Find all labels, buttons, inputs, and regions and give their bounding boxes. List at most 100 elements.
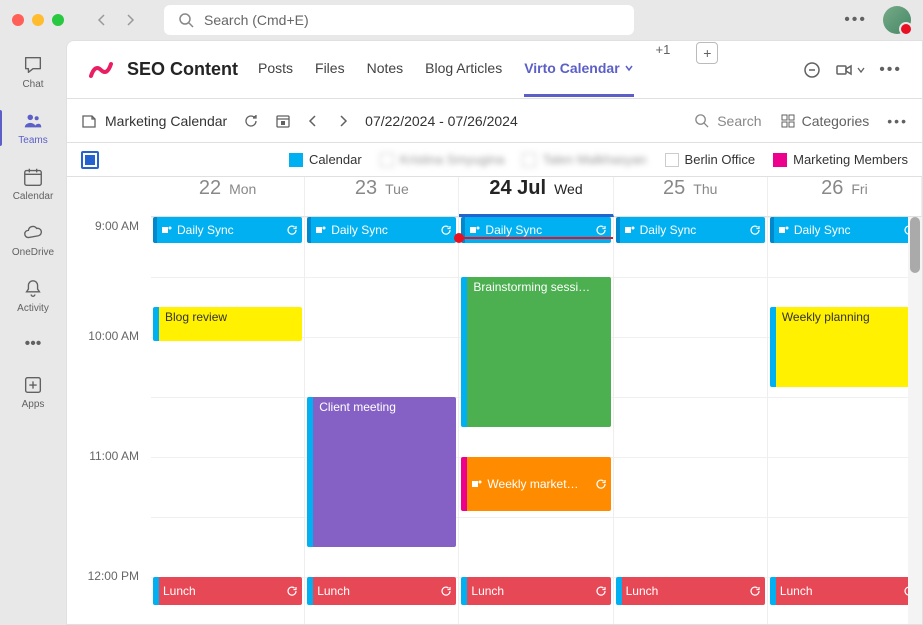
channel-name: SEO Content [127, 59, 238, 80]
event-weekly-marketing[interactable]: Weekly market… [461, 457, 610, 511]
maximize-window-button[interactable] [52, 14, 64, 26]
legend-marketing-members[interactable]: Marketing Members [773, 152, 908, 167]
day-col-fri[interactable]: Daily Sync Weekly planning Lunch [768, 217, 922, 624]
day-header-thu[interactable]: 25Thu [614, 177, 768, 217]
edit-icon [81, 113, 97, 129]
event-daily-sync[interactable]: Daily Sync [770, 217, 919, 243]
event-weekly-planning[interactable]: Weekly planning [770, 307, 919, 387]
more-options-button[interactable]: ••• [844, 11, 867, 29]
tab-blog-articles[interactable]: Blog Articles [425, 42, 502, 97]
sidebar-chat[interactable]: Chat [0, 44, 66, 100]
select-all-checkbox[interactable] [81, 151, 99, 169]
event-lunch[interactable]: Lunch [153, 577, 302, 605]
apps-icon [22, 374, 44, 396]
calendar-title-text: Marketing Calendar [105, 113, 227, 129]
history-forward-button[interactable] [118, 8, 142, 32]
event-daily-sync[interactable]: Daily Sync [461, 217, 610, 243]
sidebar-onedrive[interactable]: OneDrive [0, 212, 66, 268]
prev-week-button[interactable] [307, 115, 319, 127]
time-label: 10:00 AM [67, 329, 151, 449]
tab-posts[interactable]: Posts [258, 42, 293, 97]
calendar-title[interactable]: Marketing Calendar [81, 113, 227, 129]
sidebar-teams[interactable]: Teams [0, 100, 66, 156]
add-tab-button[interactable]: + [696, 42, 718, 64]
event-daily-sync[interactable]: Daily Sync [153, 217, 302, 243]
calendar-grid: 22Mon 23Tue 24 JulWed 25Thu 26Fri 9:00 A… [67, 177, 922, 624]
teams-icon [22, 110, 44, 132]
categories-button[interactable]: Categories [780, 113, 870, 129]
chat-icon [22, 54, 44, 76]
header-more-button[interactable]: ••• [879, 61, 902, 79]
event-lunch[interactable]: Lunch [616, 577, 765, 605]
sidebar-label: Chat [22, 79, 43, 90]
day-header-mon[interactable]: 22Mon [151, 177, 305, 217]
time-label: 11:00 AM [67, 449, 151, 569]
day-col-mon[interactable]: Daily Sync Blog review Lunch [151, 217, 305, 624]
event-lunch[interactable]: Lunch [461, 577, 610, 605]
legend-user-1[interactable]: Kristina Smyugina [380, 152, 505, 167]
sidebar-apps[interactable]: Apps [0, 364, 66, 420]
time-label: 12:00 PM [67, 569, 151, 624]
tab-notes[interactable]: Notes [367, 42, 404, 97]
day-col-thu[interactable]: Daily Sync Lunch [614, 217, 768, 624]
event-lunch[interactable]: Lunch [770, 577, 919, 605]
recurring-icon [286, 224, 298, 236]
today-button[interactable] [275, 113, 291, 129]
legend-calendar[interactable]: Calendar [289, 152, 362, 167]
teams-icon [469, 224, 481, 236]
sidebar-calendar[interactable]: Calendar [0, 156, 66, 212]
tab-files[interactable]: Files [315, 42, 345, 97]
minimize-window-button[interactable] [32, 14, 44, 26]
sidebar-more-button[interactable]: ••• [0, 324, 66, 364]
event-lunch[interactable]: Lunch [307, 577, 456, 605]
sidebar-activity[interactable]: Activity [0, 268, 66, 324]
date-range[interactable]: 07/22/2024 - 07/26/2024 [365, 113, 518, 129]
day-col-tue[interactable]: Daily Sync Client meeting Lunch [305, 217, 459, 624]
event-blog-review[interactable]: Blog review [153, 307, 302, 341]
close-window-button[interactable] [12, 14, 24, 26]
calendar-toolbar: Marketing Calendar 07/22/2024 - 07/26/20… [67, 99, 922, 143]
sidebar-label: Activity [17, 303, 49, 314]
day-col-wed[interactable]: Daily Sync Brainstorming sessi… Weekly m… [459, 217, 613, 624]
event-daily-sync[interactable]: Daily Sync [616, 217, 765, 243]
time-label: 9:00 AM [67, 219, 151, 339]
day-header-wed[interactable]: 24 JulWed [459, 177, 613, 217]
time-axis: 9:00 AM 10:00 AM 11:00 AM 12:00 PM [67, 217, 151, 624]
chevron-down-icon [857, 66, 865, 74]
day-header-fri[interactable]: 26Fri [768, 177, 922, 217]
calendar-search-input[interactable]: Search [694, 113, 761, 129]
scrollbar-thumb[interactable] [910, 217, 920, 273]
recurring-icon [286, 585, 298, 597]
toolbar-more-button[interactable]: ••• [887, 113, 908, 129]
recurring-icon [749, 585, 761, 597]
tab-virto-calendar[interactable]: Virto Calendar [524, 42, 633, 97]
search-icon [694, 113, 709, 128]
categories-icon [780, 113, 796, 129]
event-brainstorming[interactable]: Brainstorming sessi… [461, 277, 610, 427]
app-sidebar: Chat Teams Calendar OneDrive Activity ••… [0, 40, 66, 625]
recurring-icon [595, 478, 607, 490]
next-week-button[interactable] [337, 115, 349, 127]
legend-berlin-office[interactable]: Berlin Office [665, 152, 756, 167]
recurring-icon [440, 224, 452, 236]
calendar-icon [22, 166, 44, 188]
day-header-tue[interactable]: 23Tue [305, 177, 459, 217]
event-daily-sync[interactable]: Daily Sync [307, 217, 456, 243]
scrollbar[interactable] [908, 217, 922, 624]
user-avatar[interactable] [883, 6, 911, 34]
event-client-meeting[interactable]: Client meeting [307, 397, 456, 547]
history-back-button[interactable] [90, 8, 114, 32]
meet-button[interactable] [835, 61, 865, 79]
search-placeholder: Search (Cmd+E) [204, 12, 309, 28]
chat-popout-button[interactable] [803, 61, 821, 79]
global-search-input[interactable]: Search (Cmd+E) [164, 5, 634, 35]
legend-user-2[interactable]: Talen Malkhasyan [522, 152, 646, 167]
cloud-icon [22, 222, 44, 244]
sidebar-label: Calendar [13, 191, 54, 202]
window-controls [12, 14, 64, 26]
recurring-icon [595, 585, 607, 597]
history-nav [90, 8, 142, 32]
teams-icon [315, 224, 327, 236]
refresh-button[interactable] [243, 113, 259, 129]
tabs-overflow[interactable]: +1 [656, 42, 671, 97]
